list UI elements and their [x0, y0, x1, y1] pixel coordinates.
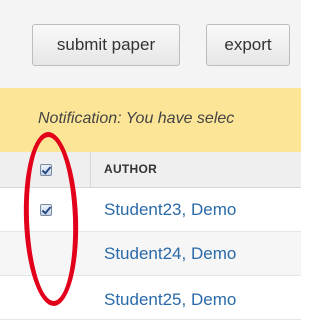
submit-paper-button[interactable]: submit paper [32, 24, 180, 66]
notification-text: Notification: You have selec [38, 110, 235, 127]
column-divider [90, 152, 91, 188]
toolbar: submit paper export [0, 0, 301, 88]
export-button[interactable]: export [206, 24, 290, 66]
column-header-author[interactable]: AUTHOR [104, 162, 157, 176]
author-link[interactable]: Student25, Demo [104, 290, 236, 310]
author-link[interactable]: Student24, Demo [104, 244, 236, 264]
author-link[interactable]: Student23, Demo [104, 200, 236, 220]
